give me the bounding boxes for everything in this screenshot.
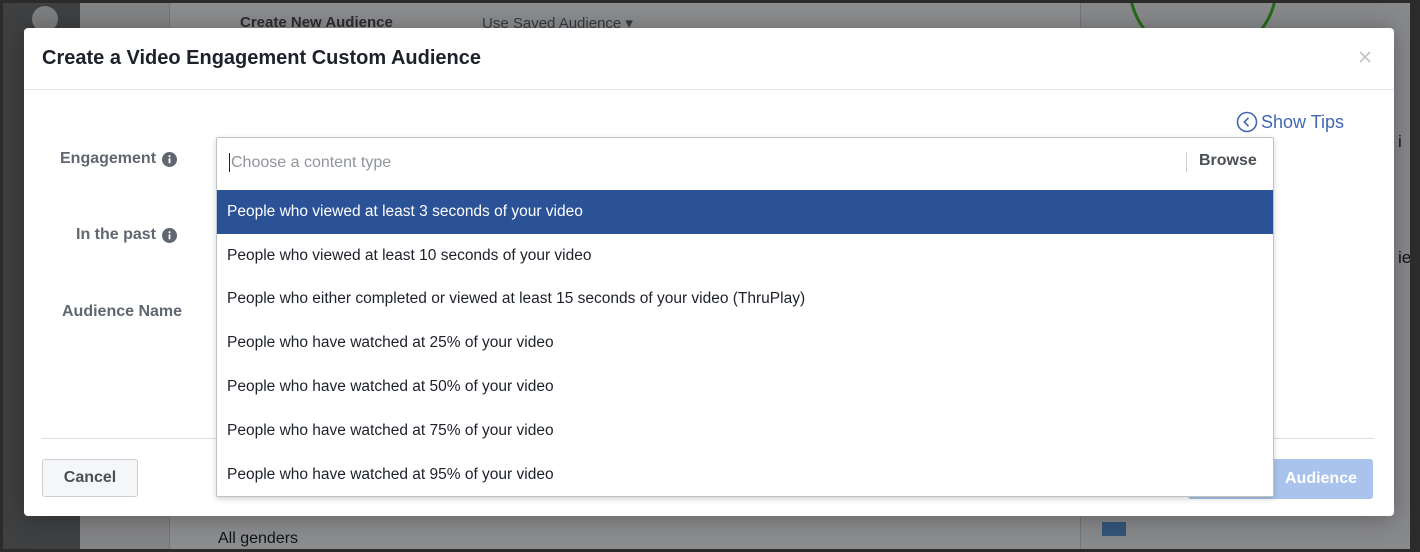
close-icon[interactable]	[1356, 48, 1374, 66]
browse-divider	[1186, 152, 1187, 172]
in-the-past-label-text: In the past	[76, 226, 157, 243]
engagement-input-row: Browse	[217, 138, 1273, 189]
show-tips-label: Show Tips	[1261, 111, 1345, 132]
engagement-dropdown: Browse People who viewed at least 3 seco…	[216, 137, 1274, 497]
in-the-past-label: In the past	[76, 226, 178, 244]
video-engagement-dialog: Create a Video Engagement Custom Audienc…	[24, 28, 1394, 516]
info-icon[interactable]	[162, 151, 178, 167]
content-type-option[interactable]: People who have watched at 25% of your v…	[217, 321, 1273, 365]
content-type-input[interactable]	[231, 148, 1171, 178]
audience-name-label: Audience Name	[62, 303, 182, 321]
content-type-option[interactable]: People who have watched at 75% of your v…	[217, 409, 1273, 453]
audience-name-label-text: Audience Name	[62, 303, 183, 320]
cancel-button[interactable]: Cancel	[42, 459, 138, 497]
content-type-option[interactable]: People who viewed at least 10 seconds of…	[217, 234, 1273, 278]
content-type-option[interactable]: People who have watched at 50% of your v…	[217, 365, 1273, 409]
show-tips-link[interactable]: Show Tips	[1236, 110, 1344, 134]
dialog-title: Create a Video Engagement Custom Audienc…	[42, 47, 481, 69]
content-type-option[interactable]: People who either completed or viewed at…	[217, 278, 1273, 322]
engagement-label-text: Engagement	[60, 150, 157, 167]
content-type-option[interactable]: People who viewed at least 3 seconds of …	[217, 190, 1273, 234]
content-type-option[interactable]: People who have watched at 95% of your v…	[217, 453, 1273, 497]
chevron-left-circle-icon	[1236, 111, 1258, 133]
engagement-label: Engagement	[60, 150, 178, 168]
dialog-header: Create a Video Engagement Custom Audienc…	[24, 28, 1394, 90]
text-caret	[229, 153, 230, 172]
info-icon[interactable]	[162, 227, 178, 243]
browse-button[interactable]: Browse	[1199, 152, 1257, 170]
content-type-options: People who viewed at least 3 seconds of …	[217, 190, 1273, 497]
